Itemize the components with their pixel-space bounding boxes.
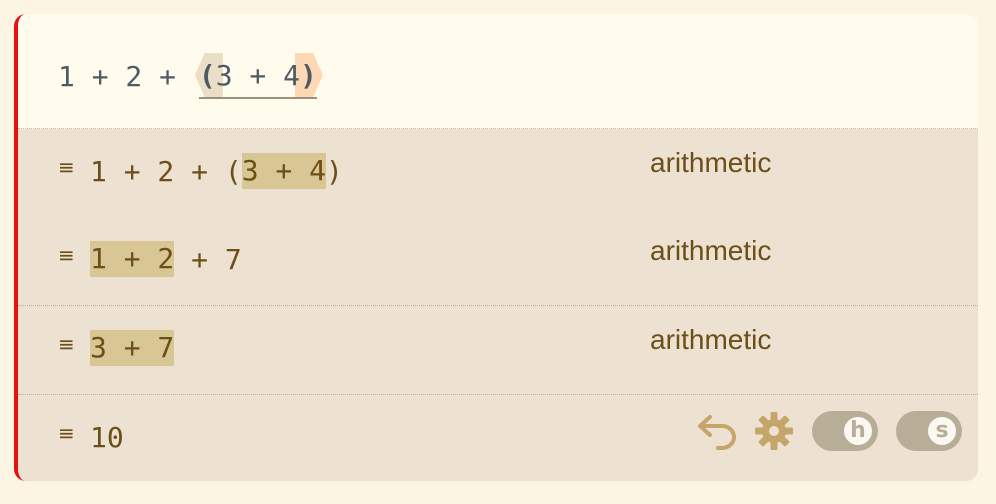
step-expression: 3 + 7 (90, 330, 175, 366)
step-highlight[interactable]: 3 + 7 (90, 330, 175, 366)
expression-input[interactable]: 1 + 2 + ( 3 + 4 ) (58, 53, 323, 99)
open-paren: ( (198, 58, 216, 92)
step-highlight[interactable]: 3 + 4 (241, 153, 327, 189)
close-paren: ) (300, 58, 317, 92)
step-highlight[interactable]: 1 + 2 (90, 241, 175, 277)
drag-handle-icon[interactable]: ≡ (58, 243, 75, 267)
subexpression-text: 3 + 4 (215, 58, 301, 92)
step-row[interactable]: ≡ 1 + 2 + 7 arithmetic (18, 217, 978, 306)
drag-handle-icon[interactable]: ≡ (58, 155, 75, 179)
rule-label: arithmetic (650, 147, 772, 178)
expression-editor[interactable]: 1 + 2 + ( 3 + 4 ) (18, 14, 978, 129)
step-expression-post: + 7 (174, 242, 242, 276)
result-controls: h s (696, 411, 962, 451)
step-row[interactable]: ≡ 1 + 2 + (3 + 4) arithmetic (18, 129, 978, 218)
toggle-s[interactable]: s (896, 411, 962, 451)
toggle-h-knob: h (842, 415, 874, 447)
rewrite-panel: 1 + 2 + ( 3 + 4 ) ≡ 1 + 2 + (3 + 4) arit… (14, 14, 978, 481)
drag-handle-icon[interactable]: ≡ (58, 332, 75, 356)
selected-subexpression[interactable]: ( 3 + 4 ) (194, 53, 323, 99)
rule-label: arithmetic (650, 324, 772, 355)
step-expression-pre: 1 + 2 + ( (90, 154, 242, 188)
step-expression-post: ) (326, 154, 343, 188)
undo-icon[interactable] (696, 411, 740, 451)
result-expression: 10 (90, 419, 124, 455)
step-expression: 1 + 2 + (3 + 4) (90, 153, 343, 189)
result-row: ≡ 10 h s (18, 395, 978, 481)
gear-icon[interactable] (754, 411, 794, 451)
expression-prefix: 1 + 2 + (58, 59, 193, 93)
drag-handle-icon[interactable]: ≡ (58, 421, 75, 445)
step-row[interactable]: ≡ 3 + 7 arithmetic (18, 306, 978, 395)
result-value: 10 (90, 420, 124, 454)
toggle-h[interactable]: h (812, 411, 878, 451)
toggle-s-knob: s (926, 415, 958, 447)
step-expression: 1 + 2 + 7 (90, 241, 242, 277)
rule-label: arithmetic (650, 235, 772, 266)
